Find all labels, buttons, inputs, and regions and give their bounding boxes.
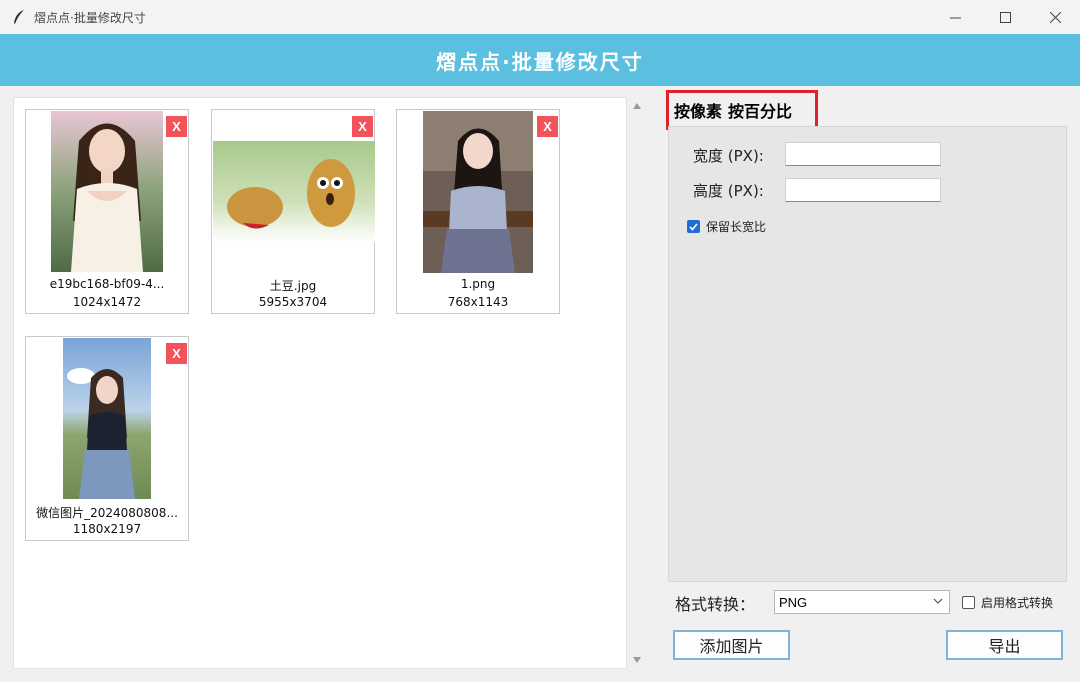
remove-image-button[interactable]: X bbox=[166, 116, 187, 137]
image-dimensions: 5955x3704 bbox=[258, 295, 328, 309]
image-filename: 微信图片_2024080808... bbox=[36, 506, 178, 520]
tab-by-percent[interactable]: 按百分比 bbox=[728, 98, 792, 122]
image-card[interactable]: X 土豆.jpg 5955x3704 bbox=[211, 109, 375, 314]
width-label: 宽度 (PX): bbox=[693, 147, 764, 165]
image-dimensions: 1180x2197 bbox=[72, 522, 142, 536]
app-banner: 熠点点·批量修改尺寸 bbox=[0, 34, 1080, 86]
gallery-scrollbar[interactable] bbox=[630, 97, 644, 669]
format-select[interactable]: PNG bbox=[774, 590, 950, 614]
minimize-icon bbox=[949, 17, 961, 18]
format-select-value: PNG bbox=[779, 594, 808, 610]
window-title: 熠点点·批量修改尺寸 bbox=[34, 10, 146, 25]
minimize-button[interactable] bbox=[930, 0, 980, 34]
enable-format-checkbox[interactable]: 启用格式转换 bbox=[962, 594, 1053, 611]
resize-mode-tabs: 按像素 按百分比 bbox=[666, 90, 818, 130]
height-label: 高度 (PX): bbox=[693, 182, 764, 200]
tab-by-pixel[interactable]: 按像素 bbox=[674, 98, 722, 122]
format-label: 格式转换： bbox=[675, 595, 756, 614]
remove-image-button[interactable]: X bbox=[537, 116, 558, 137]
add-images-button[interactable]: 添加图片 bbox=[673, 630, 790, 660]
close-window-button[interactable] bbox=[1030, 0, 1080, 34]
remove-image-button[interactable]: X bbox=[352, 116, 373, 137]
image-card[interactable]: X 微信图片_2024080808... 1180x2197 bbox=[25, 336, 189, 541]
image-thumbnail bbox=[423, 111, 533, 273]
width-input[interactable] bbox=[785, 142, 941, 166]
keep-ratio-label: 保留长宽比 bbox=[706, 220, 767, 234]
checkbox-checked-icon bbox=[687, 220, 700, 233]
chevron-down-icon bbox=[933, 598, 943, 604]
window-title-bar: 熠点点·批量修改尺寸 bbox=[0, 0, 1080, 34]
image-card[interactable]: X 1.png 768x1143 bbox=[396, 109, 560, 314]
image-thumbnail bbox=[213, 141, 375, 242]
export-button[interactable]: 导出 bbox=[946, 630, 1063, 660]
add-images-label: 添加图片 bbox=[699, 637, 764, 656]
close-icon bbox=[1049, 11, 1061, 23]
image-dimensions: 1024x1472 bbox=[72, 295, 142, 309]
banner-title: 熠点点·批量修改尺寸 bbox=[436, 49, 644, 74]
image-dimensions: 768x1143 bbox=[447, 295, 509, 309]
image-gallery[interactable]: X e19bc168-bf09-4... 1024x1472 X 土豆.jpg … bbox=[13, 97, 627, 669]
feather-icon bbox=[14, 10, 24, 24]
image-thumbnail bbox=[63, 338, 151, 499]
image-filename: 1.png bbox=[460, 277, 496, 291]
enable-format-label: 启用格式转换 bbox=[981, 596, 1054, 610]
maximize-button[interactable] bbox=[980, 0, 1030, 34]
export-label: 导出 bbox=[988, 637, 1021, 656]
image-card[interactable]: X e19bc168-bf09-4... 1024x1472 bbox=[25, 109, 189, 314]
height-input[interactable] bbox=[785, 178, 941, 202]
checkbox-unchecked-icon bbox=[962, 596, 975, 609]
keep-ratio-checkbox[interactable]: 保留长宽比 bbox=[687, 218, 766, 235]
scroll-up-arrow-icon[interactable] bbox=[633, 103, 641, 109]
image-thumbnail bbox=[51, 111, 163, 272]
image-filename: e19bc168-bf09-4... bbox=[49, 277, 165, 291]
maximize-icon bbox=[999, 11, 1011, 23]
scroll-down-arrow-icon[interactable] bbox=[633, 657, 641, 663]
image-filename: 土豆.jpg bbox=[269, 279, 317, 293]
remove-image-button[interactable]: X bbox=[166, 343, 187, 364]
